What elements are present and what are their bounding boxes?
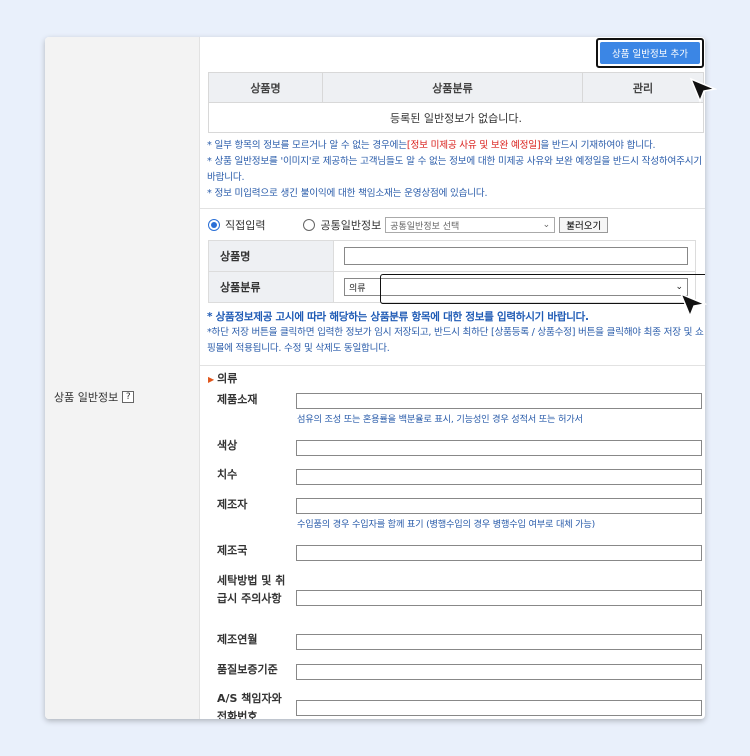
column-header-name: 상품명 bbox=[208, 72, 323, 103]
direct-input-radio[interactable] bbox=[208, 219, 220, 231]
triangle-right-icon: ▶ bbox=[208, 375, 215, 384]
direct-input-label[interactable]: 직접입력 bbox=[225, 217, 265, 233]
notice-text: * 일부 항목의 정보를 모르거나 알 수 없는 경우에는 bbox=[207, 140, 407, 151]
load-button[interactable]: 불러오기 bbox=[559, 217, 609, 233]
common-info-radio[interactable] bbox=[303, 219, 316, 231]
add-general-info-button[interactable]: 상품 일반정보 추가 bbox=[600, 42, 700, 64]
field-label-manufacturer: 제조자 bbox=[217, 498, 248, 511]
product-form-table: 상품명 상품분류 의류 ⌄ bbox=[208, 240, 696, 303]
form-row-name: 상품명 bbox=[208, 240, 696, 272]
input-mode-row: 직접입력 공통일반정보 공통일반정보 선택 ⌄ 불러오기 bbox=[208, 217, 609, 233]
notice-line: * 정보 미입력으로 생긴 불이익에 대한 책임소재는 운영상점에 있습니다. bbox=[207, 188, 488, 199]
field-label-date: 제조연월 bbox=[217, 633, 258, 646]
material-input[interactable] bbox=[296, 393, 702, 409]
origin-input[interactable] bbox=[296, 545, 702, 561]
size-input[interactable] bbox=[296, 469, 702, 485]
table-header-row: 상품명 상품분류 관리 bbox=[208, 72, 704, 103]
product-category-select[interactable]: 의류 ⌄ bbox=[344, 278, 688, 296]
product-category-label: 상품분류 bbox=[208, 271, 334, 303]
manufacture-date-input[interactable] bbox=[296, 634, 702, 650]
field-note-material: 섬유의 조성 또는 혼용률을 백분율로 표시, 기능성인 경우 성적서 또는 허… bbox=[297, 414, 583, 425]
manufacturer-input[interactable] bbox=[296, 498, 702, 514]
guide-headline: * 상품정보제공 고시에 따라 해당하는 상품분류 항목에 대한 정보를 입력하… bbox=[207, 311, 589, 323]
category-title-text: 의류 bbox=[217, 372, 238, 385]
guide-text: * 상품정보제공 고시에 따라 해당하는 상품분류 항목에 대한 정보를 입력하… bbox=[207, 309, 705, 357]
color-input[interactable] bbox=[296, 440, 702, 456]
field-label-material: 제품소재 bbox=[217, 393, 258, 406]
field-label-as-contact: A/S 책임자와 전화번호 bbox=[217, 692, 282, 719]
warranty-input[interactable] bbox=[296, 664, 702, 680]
category-section-title: ▶ 의류 bbox=[208, 370, 237, 386]
product-name-input[interactable] bbox=[344, 247, 688, 265]
washing-input[interactable] bbox=[296, 590, 702, 606]
section-label-text: 상품 일반정보 bbox=[54, 391, 119, 404]
as-contact-input[interactable] bbox=[296, 700, 702, 716]
product-name-label: 상품명 bbox=[208, 240, 334, 272]
column-header-manage: 관리 bbox=[582, 72, 704, 103]
notice-text: 을 반드시 기재하여야 합니다. bbox=[540, 140, 656, 151]
table-row: 등록된 일반정보가 없습니다. bbox=[208, 102, 704, 133]
field-label-warranty: 품질보증기준 bbox=[217, 663, 278, 676]
notice-line: * 일부 항목의 정보를 모르거나 알 수 없는 경우에는[정보 미제공 사유 … bbox=[207, 138, 705, 154]
product-category-value: 의류 bbox=[349, 283, 366, 294]
field-label-color: 색상 bbox=[217, 439, 238, 452]
form-row-category: 상품분류 의류 ⌄ bbox=[208, 271, 696, 303]
content-area: 상품 일반정보 추가 상품명 상품분류 관리 등록된 일반정보가 없습니다. *… bbox=[200, 37, 705, 719]
product-info-panel: 상품 일반정보 ? 상품 일반정보 추가 상품명 상품분류 관리 등록된 일반정… bbox=[45, 37, 705, 719]
label-column: 상품 일반정보 ? bbox=[45, 37, 200, 719]
common-info-select[interactable]: 공통일반정보 선택 ⌄ bbox=[385, 217, 556, 233]
help-icon[interactable]: ? bbox=[122, 391, 135, 403]
divider bbox=[200, 365, 705, 366]
general-info-table: 상품명 상품분류 관리 등록된 일반정보가 없습니다. bbox=[208, 72, 704, 133]
field-label-origin: 제조국 bbox=[217, 544, 248, 557]
notice-list: * 일부 항목의 정보를 모르거나 알 수 없는 경우에는[정보 미제공 사유 … bbox=[207, 138, 705, 202]
chevron-down-icon: ⌄ bbox=[542, 220, 551, 230]
common-info-label[interactable]: 공통일반정보 bbox=[320, 217, 381, 233]
notice-line: * 상품 일반정보를 '이미지'로 제공하는 고객님들도 알 수 없는 정보에 … bbox=[207, 156, 703, 183]
divider bbox=[200, 208, 705, 209]
column-header-category: 상품분류 bbox=[322, 72, 583, 103]
field-note-manufacturer: 수입품의 경우 수입자를 함께 표기 (병행수입의 경우 병행수입 여부로 대체… bbox=[297, 519, 596, 530]
empty-message: 등록된 일반정보가 없습니다. bbox=[208, 102, 704, 133]
notice-highlight: [정보 미제공 사유 및 보완 예정일] bbox=[406, 140, 541, 151]
chevron-down-icon: ⌄ bbox=[675, 282, 683, 292]
add-button-highlight: 상품 일반정보 추가 bbox=[596, 38, 704, 68]
field-label-washing: 세탁방법 및 취급시 주의사항 bbox=[217, 574, 286, 605]
field-label-size: 치수 bbox=[217, 468, 238, 481]
common-info-select-value: 공통일반정보 선택 bbox=[390, 221, 460, 232]
guide-body: *하단 저장 버튼을 클릭하면 입력한 정보가 임시 저장되고, 반드시 최하단… bbox=[207, 327, 704, 354]
section-label: 상품 일반정보 ? bbox=[54, 389, 135, 405]
